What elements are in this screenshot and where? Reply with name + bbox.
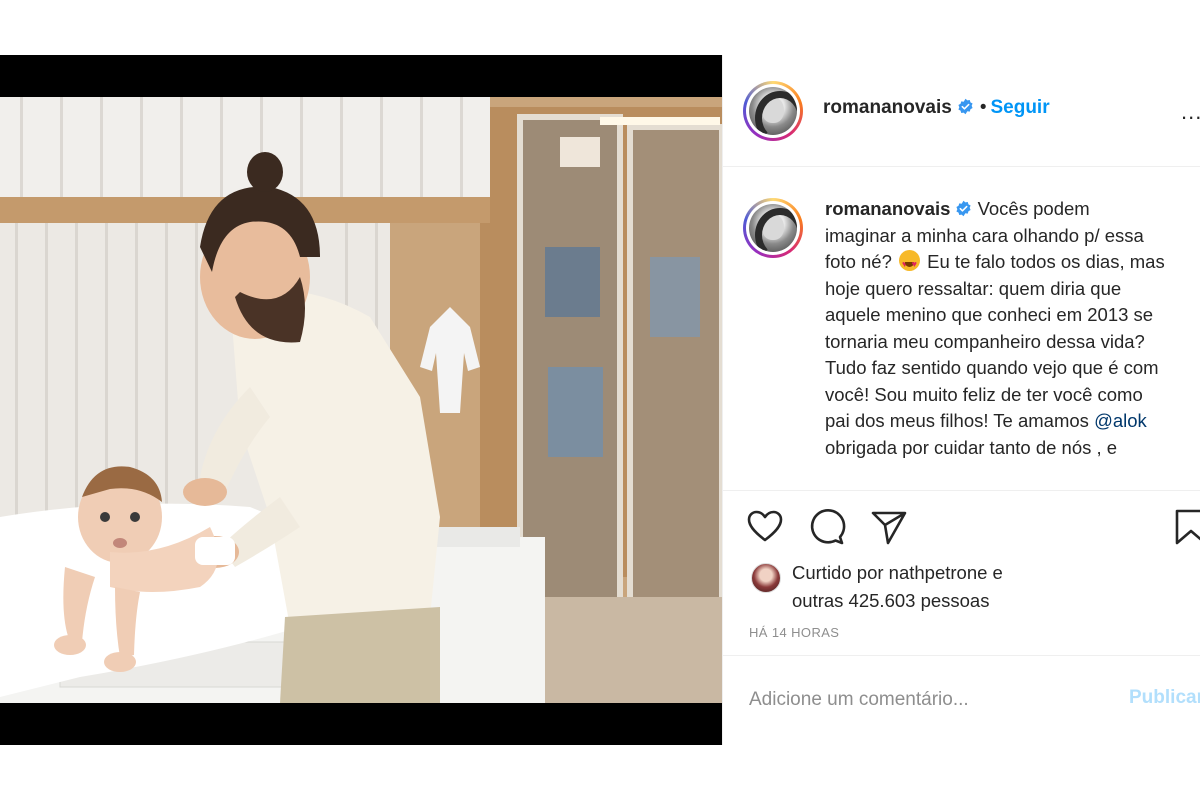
instagram-post-modal: romananovais •Seguir ... romananovais Voc…: [0, 55, 1200, 745]
follow-button[interactable]: Seguir: [990, 97, 1049, 118]
post-timestamp[interactable]: HÁ 14 HORAS: [749, 625, 839, 640]
heart-icon[interactable]: [745, 507, 785, 547]
author-username[interactable]: romananovais: [823, 97, 952, 118]
author-avatar[interactable]: [743, 81, 803, 141]
liker-avatar: [751, 563, 781, 593]
publish-button[interactable]: Publicar: [1129, 687, 1200, 709]
comment-icon[interactable]: [807, 507, 847, 547]
likes-line-2: outras 425.603 pessoas: [792, 590, 990, 611]
post-media-area: [0, 55, 722, 745]
caption-part-2: Eu te falo todos os dias, mas hoje quero…: [825, 251, 1165, 431]
bookmark-icon[interactable]: [1171, 507, 1200, 547]
post-photo[interactable]: [0, 97, 722, 703]
post-header: romananovais •Seguir ...: [723, 55, 1200, 167]
header-user-line: romananovais • Seguir: [823, 97, 1050, 119]
mention-link[interactable]: @alok: [1094, 410, 1147, 431]
verified-badge-icon: [956, 200, 972, 217]
comment-form: Publicar: [723, 655, 1200, 745]
verified-badge-icon: [958, 98, 973, 115]
caption-area: romananovais Vocês podem imaginar a minh…: [723, 168, 1200, 490]
caption-text: romananovais Vocês podem imaginar a minh…: [825, 196, 1165, 461]
avatar-photo: [749, 87, 797, 135]
send-icon[interactable]: [869, 507, 909, 547]
caption-username[interactable]: romananovais: [825, 198, 950, 219]
caption-scroll[interactable]: romananovais Vocês podem imaginar a minh…: [723, 168, 1200, 490]
comment-input[interactable]: [749, 684, 1109, 716]
likes-line-1: Curtido por nathpetrone e: [792, 562, 1003, 583]
post-side-panel: romananovais •Seguir ... romananovais Voc…: [722, 55, 1200, 745]
header-separator: •: [979, 97, 987, 118]
post-actions: Curtido por nathpetrone e outras 425.603…: [723, 490, 1200, 654]
more-options-button[interactable]: ...: [1181, 99, 1200, 125]
heart-eyes-emoji-icon: [899, 250, 921, 278]
caption-part-3: obrigada por cuidar tanto de nós , e: [825, 436, 1118, 458]
